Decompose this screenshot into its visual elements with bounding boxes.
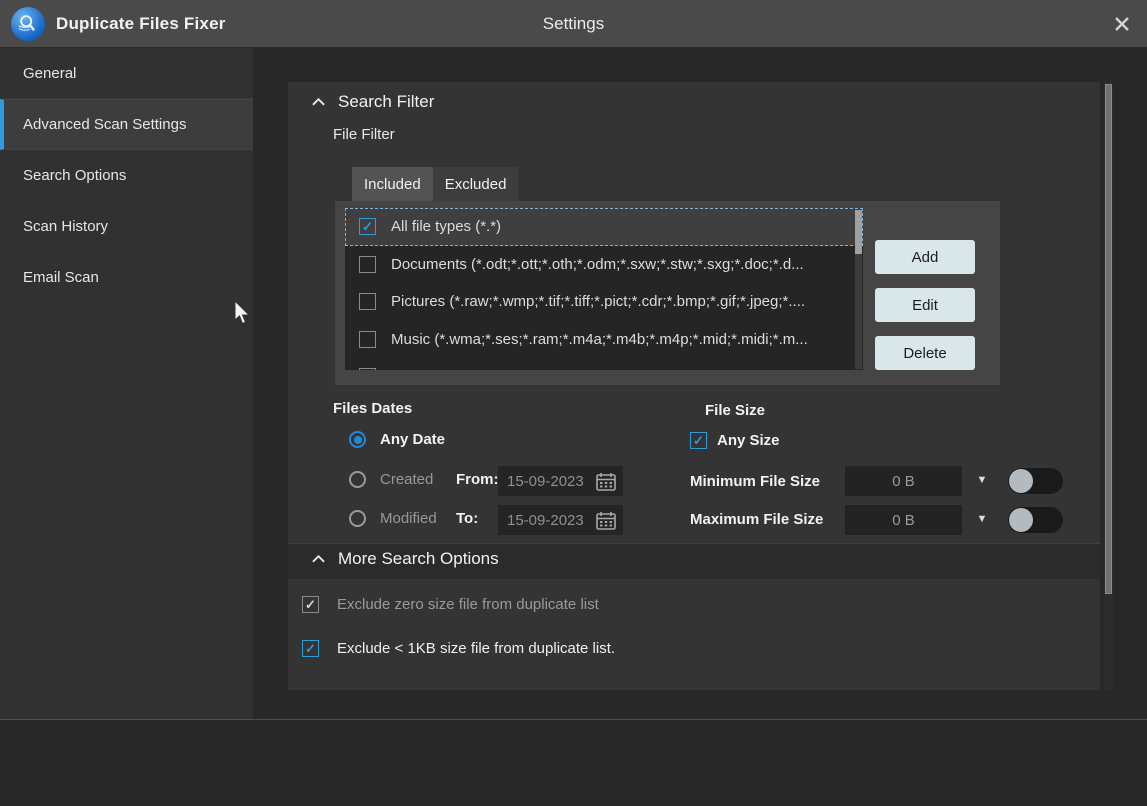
- checkbox[interactable]: [359, 331, 376, 348]
- sidebar-item-label: General: [23, 65, 76, 82]
- any-date-radio[interactable]: [349, 431, 366, 448]
- list-item-label: Pictures (*.raw;*.wmp;*.tif;*.tiff;*.pic…: [391, 293, 811, 310]
- close-icon[interactable]: [1109, 11, 1135, 37]
- tab-label: Included: [364, 176, 421, 193]
- list-item-label: Videos (*.3g2;*.3gp;*.3gp2;*.asf;*.avi;*…: [391, 368, 814, 370]
- file-filter-tabs: Included Excluded: [352, 167, 518, 201]
- list-item-label: All file types (*.*): [391, 218, 507, 235]
- exclude-1kb-row: Exclude < 1KB size file from duplicate l…: [302, 640, 615, 657]
- any-size-row: Any Size: [690, 432, 780, 449]
- date-from-value: 15-09-2023: [507, 473, 588, 490]
- file-type-list: All file types (*.*) Documents (*.odt;*.…: [345, 208, 863, 370]
- edit-button[interactable]: Edit: [875, 288, 975, 322]
- calendar-icon: [596, 511, 616, 530]
- modified-radio[interactable]: [349, 510, 366, 527]
- list-item-videos[interactable]: Videos (*.3g2;*.3gp;*.3gp2;*.asf;*.avi;*…: [345, 358, 863, 370]
- file-filter-group: All file types (*.*) Documents (*.odt;*.…: [335, 201, 1000, 385]
- exclude-1kb-label: Exclude < 1KB size file from duplicate l…: [337, 640, 615, 657]
- more-search-options-collapse-header[interactable]: More Search Options: [312, 549, 499, 569]
- from-label: From:: [456, 471, 499, 488]
- search-filter-collapse-header[interactable]: Search Filter: [312, 92, 434, 112]
- section-title: More Search Options: [338, 549, 499, 569]
- list-scrollbar[interactable]: [855, 209, 862, 369]
- checkbox[interactable]: [359, 368, 376, 370]
- sidebar-item-email-scan[interactable]: Email Scan: [0, 252, 253, 303]
- add-button[interactable]: Add: [875, 240, 975, 274]
- list-item-all-file-types[interactable]: All file types (*.*): [345, 208, 863, 246]
- exclude-1kb-checkbox[interactable]: [302, 640, 319, 657]
- date-to-field[interactable]: 15-09-2023: [498, 505, 623, 535]
- to-label: To:: [456, 510, 478, 527]
- any-date-row: Any Date: [349, 431, 445, 448]
- app-title: Duplicate Files Fixer: [56, 0, 226, 48]
- chevron-up-icon: [312, 98, 325, 106]
- any-size-label: Any Size: [717, 432, 780, 449]
- section-title: Search Filter: [338, 92, 434, 112]
- chevron-up-icon: [312, 555, 325, 563]
- list-item-documents[interactable]: Documents (*.odt;*.ott;*.oth;*.odm;*.sxw…: [345, 246, 863, 284]
- sidebar-item-label: Scan History: [23, 218, 108, 235]
- created-radio[interactable]: [349, 471, 366, 488]
- date-to-value: 15-09-2023: [507, 512, 588, 529]
- sidebar: General Advanced Scan Settings Search Op…: [0, 48, 253, 719]
- calendar-icon: [596, 472, 616, 491]
- tab-excluded[interactable]: Excluded: [433, 167, 519, 201]
- minimum-size-field[interactable]: 0 B: [845, 466, 962, 496]
- app-logo-icon: [11, 7, 45, 41]
- sidebar-item-general[interactable]: General: [0, 48, 253, 99]
- sidebar-item-advanced-scan-settings[interactable]: Advanced Scan Settings: [0, 99, 253, 150]
- sidebar-item-label: Advanced Scan Settings: [23, 116, 186, 133]
- minimum-size-toggle[interactable]: [1008, 468, 1063, 494]
- footer: Reset Defaults: [0, 720, 1147, 806]
- maximum-size-value: 0 B: [892, 512, 915, 529]
- tab-included[interactable]: Included: [352, 167, 433, 201]
- file-size-title: File Size: [705, 402, 765, 419]
- list-item-label: Music (*.wma;*.ses;*.ram;*.m4a;*.m4b;*.m…: [391, 331, 814, 348]
- sidebar-item-scan-history[interactable]: Scan History: [0, 201, 253, 252]
- minimum-size-dropdown-icon[interactable]: ▼: [974, 474, 990, 486]
- maximum-size-field[interactable]: 0 B: [845, 505, 962, 535]
- list-item-music[interactable]: Music (*.wma;*.ses;*.ram;*.m4a;*.m4b;*.m…: [345, 321, 863, 359]
- maximum-file-size-label: Maximum File Size: [690, 511, 823, 528]
- checkbox[interactable]: [359, 293, 376, 310]
- list-item-label: Documents (*.odt;*.ott;*.oth;*.odm;*.sxw…: [391, 256, 810, 273]
- maximum-size-dropdown-icon[interactable]: ▼: [974, 513, 990, 525]
- created-row: Created From:: [349, 471, 499, 488]
- sidebar-item-label: Email Scan: [23, 269, 99, 286]
- panel-scrollbar[interactable]: [1104, 82, 1113, 690]
- modified-row: Modified To:: [349, 510, 478, 527]
- checkbox[interactable]: [359, 256, 376, 273]
- files-dates-title: Files Dates: [333, 400, 412, 417]
- minimum-size-value: 0 B: [892, 473, 915, 490]
- exclude-zero-size-checkbox[interactable]: [302, 596, 319, 613]
- settings-window: Duplicate Files Fixer Settings General A…: [0, 0, 1147, 806]
- date-from-field[interactable]: 15-09-2023: [498, 466, 623, 496]
- any-date-label: Any Date: [380, 431, 445, 448]
- list-item-pictures[interactable]: Pictures (*.raw;*.wmp;*.tif;*.tiff;*.pic…: [345, 283, 863, 321]
- minimum-file-size-label: Minimum File Size: [690, 473, 820, 490]
- delete-button[interactable]: Delete: [875, 336, 975, 370]
- magnifier-icon: [17, 13, 39, 35]
- created-label: Created: [380, 471, 442, 488]
- sidebar-item-label: Search Options: [23, 167, 126, 184]
- file-filter-label: File Filter: [333, 126, 395, 143]
- exclude-zero-size-label: Exclude zero size file from duplicate li…: [337, 596, 599, 613]
- sidebar-item-search-options[interactable]: Search Options: [0, 150, 253, 201]
- tab-label: Excluded: [445, 176, 507, 193]
- exclude-zero-size-row: Exclude zero size file from duplicate li…: [302, 596, 599, 613]
- maximum-size-toggle[interactable]: [1008, 507, 1063, 533]
- modified-label: Modified: [380, 510, 442, 527]
- titlebar: Duplicate Files Fixer Settings: [0, 0, 1147, 48]
- any-size-checkbox[interactable]: [690, 432, 707, 449]
- advanced-scan-settings-panel: Search Filter File Filter Included Exclu…: [288, 82, 1100, 690]
- checkbox[interactable]: [359, 218, 376, 235]
